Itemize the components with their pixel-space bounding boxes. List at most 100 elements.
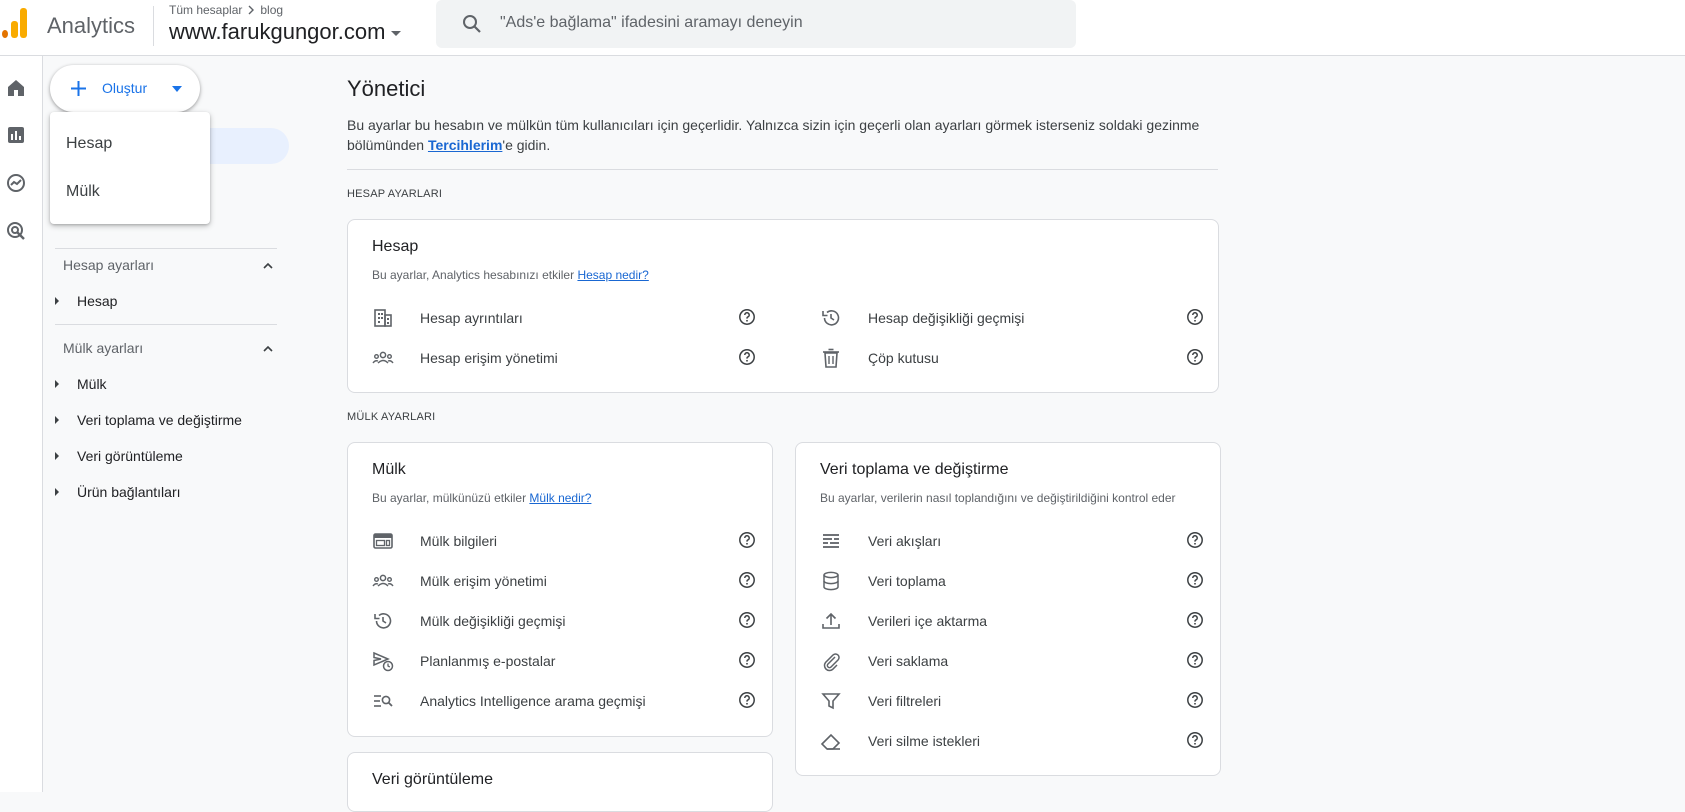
help-icon[interactable] <box>1186 531 1204 549</box>
settings-row-property-history[interactable]: Mülk değişikliği geçmişi <box>372 608 762 632</box>
help-icon[interactable] <box>1186 308 1204 326</box>
nav-item-label: Mülk <box>77 376 107 392</box>
advertising-icon[interactable] <box>4 219 28 243</box>
eraser-icon <box>820 733 841 750</box>
settings-row-data-filters[interactable]: Veri filtreleri <box>820 688 1210 712</box>
nav-section-account-settings[interactable]: Hesap ayarları <box>63 257 154 273</box>
chevron-up-icon[interactable] <box>261 342 275 356</box>
nav-item-label: Veri görüntüleme <box>77 448 183 464</box>
help-icon[interactable] <box>1186 731 1204 749</box>
breadcrumb[interactable]: Tüm hesaplar blog <box>169 3 283 17</box>
settings-row-trash[interactable]: Çöp kutusu <box>820 345 1210 369</box>
create-button-label: Oluştur <box>102 80 148 96</box>
plus-icon <box>71 81 86 96</box>
row-label: Veri filtreleri <box>868 693 942 709</box>
help-icon[interactable] <box>1186 348 1204 366</box>
settings-row-account-access[interactable]: Hesap erişim yönetimi <box>372 345 762 369</box>
settings-row-data-collection[interactable]: Veri toplama <box>820 568 1210 592</box>
help-icon[interactable] <box>1186 691 1204 709</box>
breadcrumb-child[interactable]: blog <box>260 3 283 17</box>
chevron-up-icon[interactable] <box>261 259 275 273</box>
search-bar[interactable]: "Ads'e bağlama" ifadesini aramayı deneyi… <box>436 0 1076 48</box>
help-icon[interactable] <box>738 611 756 629</box>
nav-section-property-settings[interactable]: Mülk ayarları <box>63 340 143 356</box>
search-icon <box>463 15 481 33</box>
preferences-link[interactable]: Tercihlerim <box>428 137 502 153</box>
card-title: Veri toplama ve değiştirme <box>820 461 1009 478</box>
row-label: Hesap erişim yönetimi <box>420 350 558 366</box>
settings-row-intelligence-history[interactable]: Analytics Intelligence arama geçmişi <box>372 688 762 712</box>
row-label: Analytics Intelligence arama geçmişi <box>420 693 646 709</box>
row-label: Mülk değişikliği geçmişi <box>420 613 566 629</box>
what-is-account-link[interactable]: Hesap nedir? <box>577 268 648 282</box>
people-icon <box>372 351 394 364</box>
help-icon[interactable] <box>738 651 756 669</box>
nav-item-account[interactable]: Hesap <box>55 293 117 309</box>
row-label: Veri toplama <box>868 573 946 589</box>
settings-row-data-deletion[interactable]: Veri silme istekleri <box>820 728 1210 752</box>
help-icon[interactable] <box>738 531 756 549</box>
nav-divider <box>55 248 277 249</box>
page-description: Bu ayarlar bu hesabın ve mülkün tüm kull… <box>347 117 1200 153</box>
expand-arrow-icon <box>55 416 59 424</box>
create-button[interactable]: Oluştur <box>50 65 200 112</box>
card-subtitle: Bu ayarlar, Analytics hesabınızı etkiler… <box>372 268 649 282</box>
row-label: Veri silme istekleri <box>868 733 981 749</box>
nav-item-data-collection[interactable]: Veri toplama ve değiştirme <box>55 412 242 428</box>
caret-down-icon <box>172 86 182 92</box>
row-label: Planlanmış e-postalar <box>420 653 556 669</box>
settings-row-property-details[interactable]: Mülk bilgileri <box>372 528 762 552</box>
create-menu: Hesap Mülk <box>50 112 210 224</box>
settings-row-data-streams[interactable]: Veri akışları <box>820 528 1210 552</box>
help-icon[interactable] <box>1186 571 1204 589</box>
expand-arrow-icon <box>55 452 59 460</box>
nav-item-data-display[interactable]: Veri görüntüleme <box>55 448 183 464</box>
card-title: Veri görüntüleme <box>372 771 493 788</box>
nav-active-item[interactable] <box>200 128 289 164</box>
settings-row-account-details[interactable]: Hesap ayrıntıları <box>372 305 762 329</box>
settings-row-scheduled-emails[interactable]: Planlanmış e-postalar <box>372 648 762 672</box>
app-name[interactable]: Analytics <box>47 13 135 39</box>
trash-icon <box>823 348 839 368</box>
chevron-right-icon <box>248 5 255 15</box>
nav-item-label: Veri toplama ve değiştirme <box>77 412 242 428</box>
settings-row-data-import[interactable]: Verileri içe aktarma <box>820 608 1210 632</box>
breadcrumb-root[interactable]: Tüm hesaplar <box>169 3 242 17</box>
schedule-send-icon <box>373 651 394 672</box>
property-selector[interactable]: www.farukgungor.com <box>169 19 402 45</box>
attachment-icon <box>823 653 840 672</box>
help-icon[interactable] <box>738 308 756 326</box>
settings-row-account-history[interactable]: Hesap değişikliği geçmişi <box>820 305 1210 329</box>
create-menu-item-property[interactable]: Mülk <box>66 183 100 201</box>
what-is-property-link[interactable]: Mülk nedir? <box>529 491 591 505</box>
history-icon <box>374 613 392 629</box>
property-name: www.farukgungor.com <box>169 19 386 44</box>
help-icon[interactable] <box>738 348 756 366</box>
home-icon[interactable] <box>4 76 28 100</box>
card-subtitle: Bu ayarlar, mülkünüzü etkiler Mülk nedir… <box>372 491 592 505</box>
reports-icon[interactable] <box>4 123 28 147</box>
history-icon <box>822 310 840 326</box>
row-label: Hesap ayrıntıları <box>420 310 523 326</box>
create-menu-item-account[interactable]: Hesap <box>66 135 112 153</box>
card-title: Hesap <box>372 238 419 255</box>
help-icon[interactable] <box>1186 611 1204 629</box>
header-divider <box>153 6 154 46</box>
explore-icon[interactable] <box>4 171 28 195</box>
nav-item-product-links[interactable]: Ürün bağlantıları <box>55 484 181 500</box>
people-icon <box>372 574 394 587</box>
nav-item-property[interactable]: Mülk <box>55 376 107 392</box>
row-label: Mülk bilgileri <box>420 533 498 549</box>
data-collection-card: Veri toplama ve değiştirme Bu ayarlar, v… <box>795 442 1221 776</box>
analytics-logo-icon[interactable] <box>2 8 28 38</box>
filter-icon <box>821 693 841 710</box>
building-icon <box>374 309 392 327</box>
settings-row-property-access[interactable]: Mülk erişim yönetimi <box>372 568 762 592</box>
help-icon[interactable] <box>1186 651 1204 669</box>
help-icon[interactable] <box>738 691 756 709</box>
help-icon[interactable] <box>738 571 756 589</box>
settings-row-data-retention[interactable]: Veri saklama <box>820 648 1210 672</box>
row-label: Veri akışları <box>868 533 942 549</box>
page-title: Yönetici <box>347 76 426 101</box>
row-label: Çöp kutusu <box>868 350 939 366</box>
